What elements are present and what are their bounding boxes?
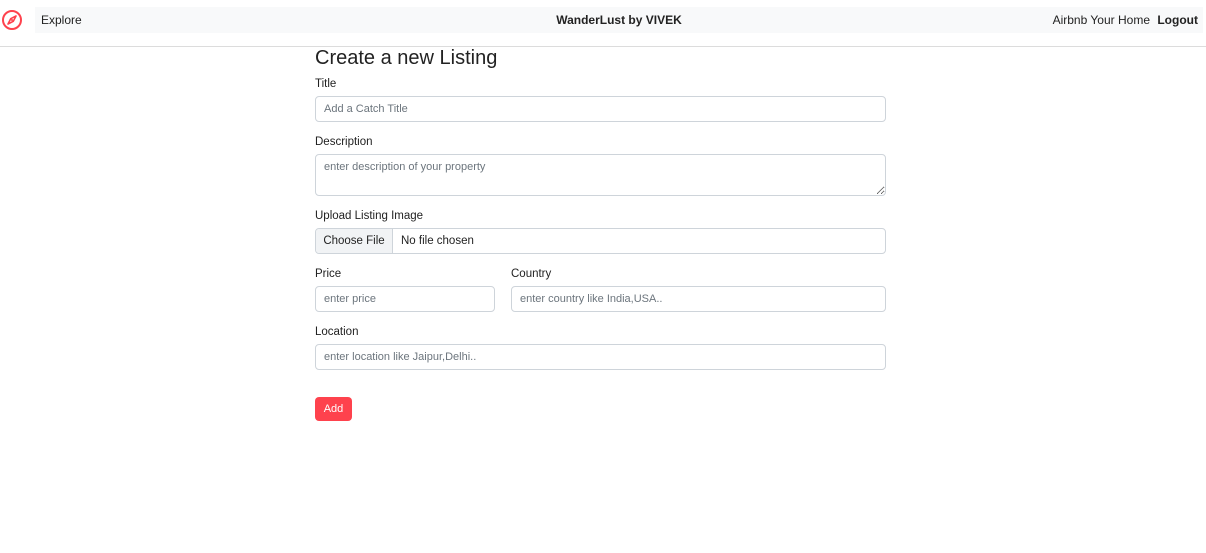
page-title: Create a new Listing [315, 47, 498, 69]
price-input[interactable] [315, 286, 495, 312]
choose-file-button[interactable]: Choose File [316, 229, 393, 253]
title-input[interactable] [315, 96, 886, 122]
nav-airbnb-your-home-link[interactable]: Airbnb Your Home [1053, 7, 1150, 33]
country-input[interactable] [511, 286, 886, 312]
country-label: Country [511, 268, 552, 280]
description-textarea[interactable] [315, 154, 886, 196]
nav-links-bar: Explore WanderLust by VIVEK Airbnb Your … [35, 7, 1203, 33]
site-title: WanderLust by VIVEK [556, 13, 682, 27]
image-upload-label: Upload Listing Image [315, 210, 424, 222]
title-label: Title [315, 78, 337, 90]
image-file-input[interactable]: Choose File No file chosen [315, 228, 886, 254]
compass-icon[interactable] [1, 9, 23, 31]
navbar: Explore WanderLust by VIVEK Airbnb Your … [0, 0, 1206, 47]
add-button[interactable]: Add [315, 397, 352, 421]
location-label: Location [315, 326, 359, 338]
location-input[interactable] [315, 344, 886, 370]
nav-logout-link[interactable]: Logout [1157, 7, 1198, 33]
price-label: Price [315, 268, 342, 280]
description-label: Description [315, 136, 373, 148]
file-status-text: No file chosen [401, 235, 474, 247]
